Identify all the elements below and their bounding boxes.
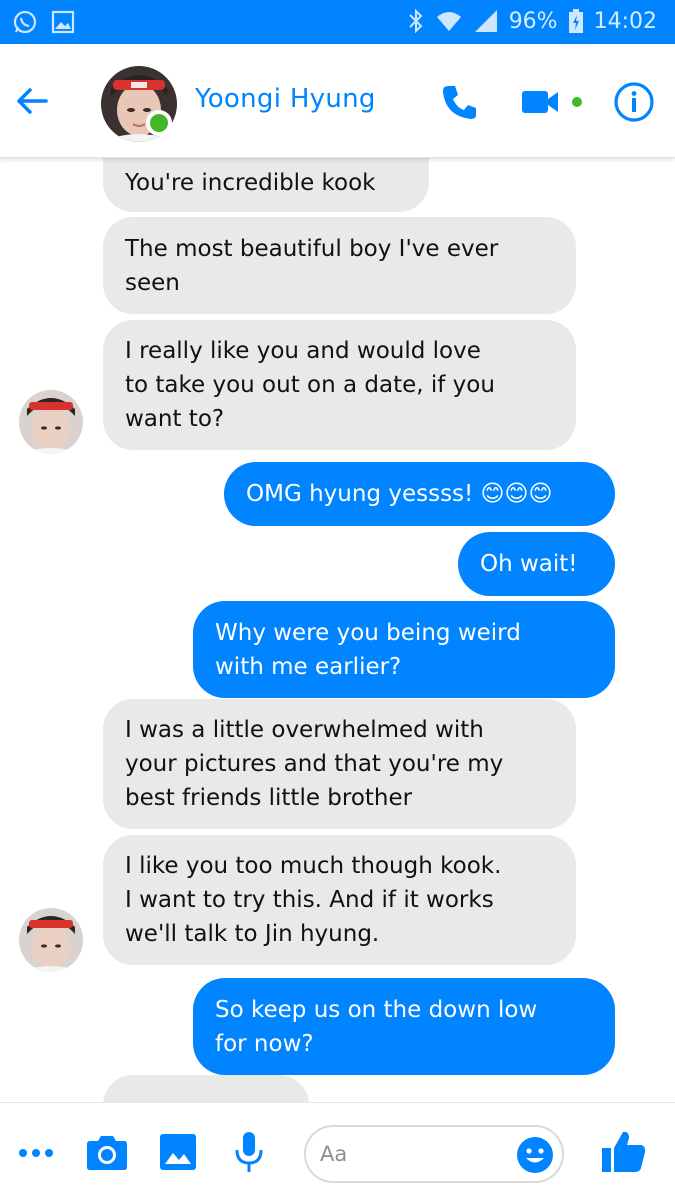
message-bubble[interactable]: I like you too much though kook. I want … (103, 835, 576, 965)
message-list[interactable]: You're incredible kook The most beautifu… (0, 158, 675, 1102)
emoji-icon[interactable] (516, 1136, 554, 1174)
online-indicator (146, 110, 172, 136)
signal-icon (474, 10, 497, 32)
phone-call-icon[interactable] (440, 82, 480, 122)
message-bubble[interactable]: The most beautiful boy I've ever seen (103, 217, 576, 314)
message-bubble[interactable]: So keep us on the down low for now? (193, 978, 615, 1075)
bluetooth-icon (408, 8, 423, 34)
message-bubble[interactable]: You're incredible kook (103, 158, 429, 212)
battery-percent: 96% (508, 8, 558, 34)
mic-icon[interactable] (234, 1131, 264, 1173)
message-bubble[interactable]: Oh wait! (458, 532, 615, 596)
conversation-header: Yoongi Hyung (0, 44, 675, 158)
status-bar: 96% 14:02 (0, 0, 675, 44)
video-active-dot (572, 97, 582, 107)
message-bubble[interactable]: Why were you being weird with me earlier… (193, 601, 615, 698)
battery-icon (568, 9, 583, 33)
like-icon[interactable] (601, 1129, 647, 1173)
message-bubble[interactable]: OMG hyung yessss! 😊😊😊 (224, 462, 615, 526)
whatsapp-icon (13, 10, 37, 34)
composer-bar: Aa (0, 1102, 675, 1200)
clock: 14:02 (593, 8, 657, 34)
info-icon[interactable] (613, 81, 655, 123)
back-arrow-icon[interactable] (12, 81, 52, 121)
message-input[interactable]: Aa (304, 1125, 564, 1183)
message-bubble[interactable]: I was a little overwhelmed with your pic… (103, 699, 576, 829)
message-input-placeholder: Aa (320, 1142, 348, 1166)
camera-icon[interactable] (86, 1133, 128, 1171)
more-icon[interactable] (18, 1143, 54, 1163)
message-bubble[interactable]: I really like you and would love to take… (103, 320, 576, 450)
gallery-icon[interactable] (160, 1134, 196, 1170)
message-bubble[interactable] (103, 1075, 309, 1102)
sender-avatar[interactable] (19, 390, 83, 454)
wifi-icon (436, 12, 461, 31)
video-call-icon[interactable] (520, 84, 560, 120)
image-icon (51, 10, 75, 34)
sender-avatar[interactable] (19, 908, 83, 972)
contact-name[interactable]: Yoongi Hyung (195, 84, 376, 114)
